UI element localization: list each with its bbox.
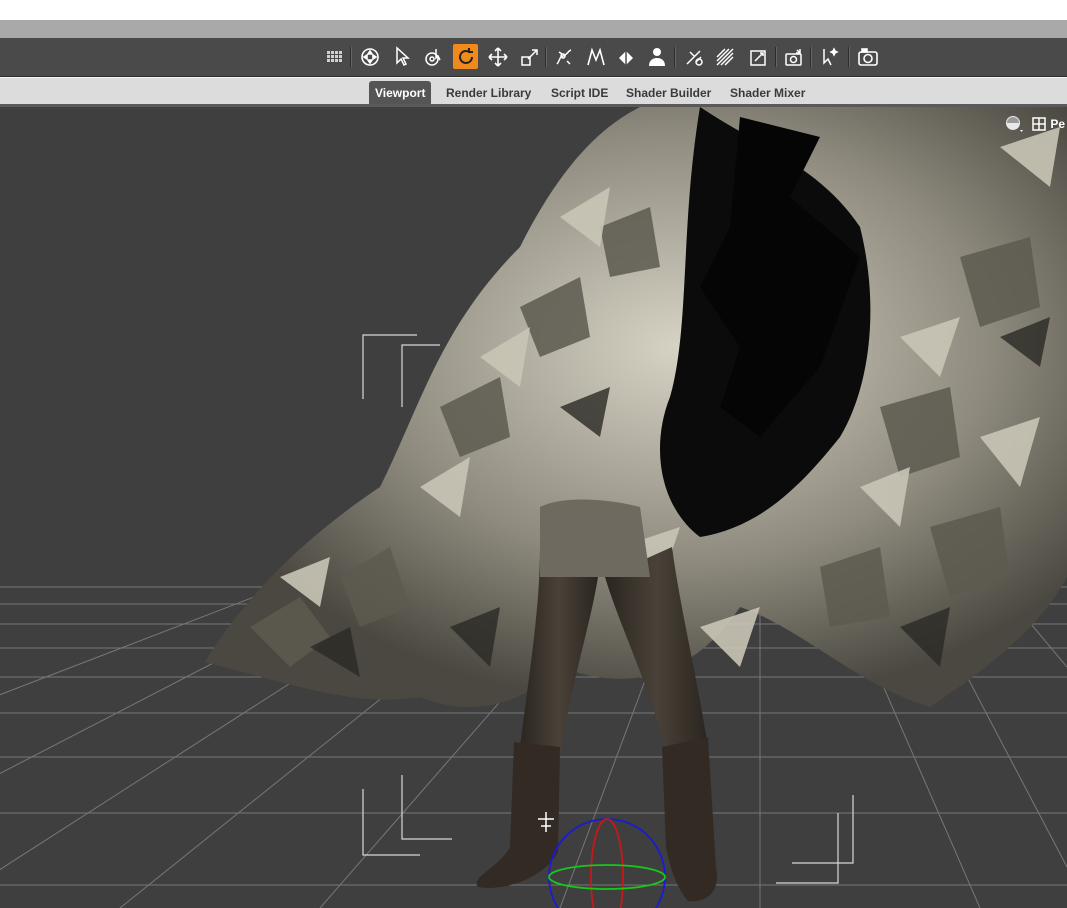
surface-selection-icon[interactable]	[421, 44, 446, 69]
toolbar-separator	[848, 47, 850, 67]
draw-style-icon[interactable]	[1004, 114, 1026, 134]
view-layout-icon	[1032, 117, 1047, 131]
render-camera-icon[interactable]	[855, 44, 880, 69]
title-bar	[0, 20, 1067, 38]
window-top-strip	[0, 0, 1067, 20]
region-navigator-icon[interactable]	[712, 44, 737, 69]
figure-tool-icon[interactable]	[644, 44, 669, 69]
translate-tool-icon[interactable]	[485, 44, 510, 69]
magic-pointer-icon[interactable]	[817, 44, 842, 69]
tab-render-library[interactable]: Render Library	[440, 81, 537, 105]
view-selector[interactable]: Pe	[1032, 117, 1065, 131]
viewport-controls: Pe	[1004, 113, 1067, 135]
universal-manipulator-icon[interactable]	[357, 44, 382, 69]
toolbar-separator	[545, 47, 547, 67]
tab-shader-builder[interactable]: Shader Builder	[620, 81, 717, 105]
tab-viewport[interactable]: Viewport	[369, 81, 432, 105]
scene-render	[0, 107, 1067, 908]
camera-tool-icon[interactable]	[781, 44, 806, 69]
joint-editor-icon[interactable]	[551, 44, 576, 69]
scale-tool-icon[interactable]	[517, 44, 542, 69]
toolbar-separator	[775, 47, 777, 67]
3d-viewport[interactable]: Pe	[0, 107, 1067, 908]
view-label: Pe	[1050, 117, 1065, 131]
toolbar-separator	[674, 47, 676, 67]
toolbar-separator	[350, 47, 352, 67]
surface-tool-icon[interactable]	[613, 44, 638, 69]
tab-shader-mixer[interactable]: Shader Mixer	[724, 81, 811, 105]
main-toolbar	[0, 38, 1067, 77]
spot-render-icon[interactable]	[681, 44, 706, 69]
rotate-tool-icon[interactable]	[453, 44, 478, 69]
tab-script-ide[interactable]: Script IDE	[545, 81, 614, 105]
rotate-gizmo	[548, 818, 666, 908]
toolbar-separator	[810, 47, 812, 67]
pixel-grid-icon[interactable]	[322, 44, 347, 69]
geometry-editor-icon[interactable]	[583, 44, 608, 69]
tab-bar: Viewport Render Library Script IDE Shade…	[0, 77, 1067, 106]
node-selection-icon[interactable]	[389, 44, 414, 69]
transfer-tool-icon[interactable]	[746, 44, 771, 69]
